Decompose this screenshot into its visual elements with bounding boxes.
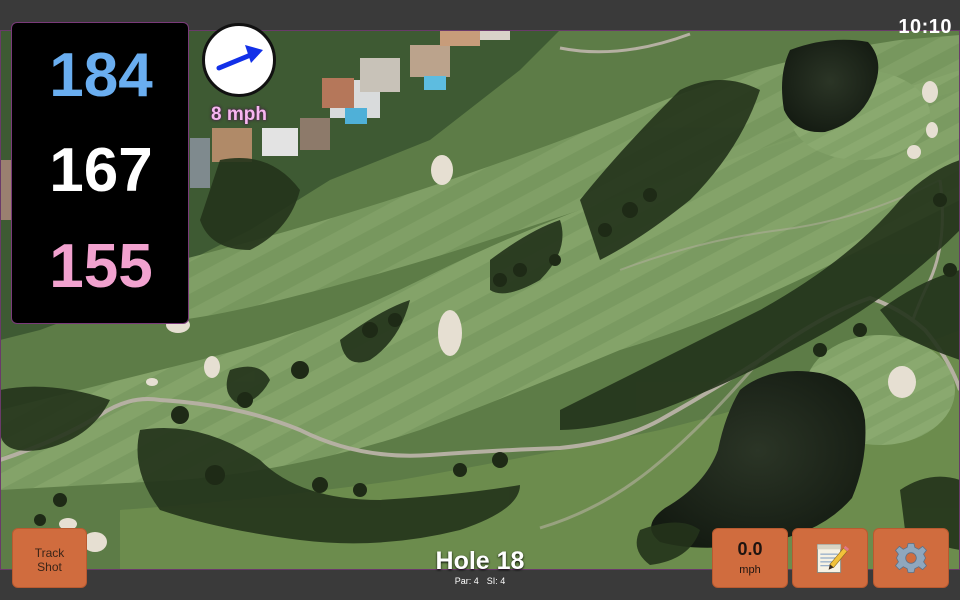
hole-stroke-index: SI: 4 bbox=[486, 576, 506, 586]
notepad-icon bbox=[816, 543, 850, 573]
shot-speed-value: 0.0 bbox=[737, 539, 763, 559]
notes-button[interactable] bbox=[792, 528, 868, 588]
arrow-icon bbox=[216, 45, 263, 71]
hole-par: Par: 4 bbox=[454, 576, 479, 586]
hole-details: Par: 4 SI: 4 bbox=[400, 577, 560, 586]
shot-speed-unit: mph bbox=[739, 564, 761, 576]
back-distance: 184 bbox=[49, 41, 153, 110]
clock: 10:10 bbox=[898, 16, 952, 38]
middle-distance: 167 bbox=[49, 136, 153, 205]
wind-speed: 8 mph bbox=[211, 104, 267, 125]
hole-title: Hole 18 bbox=[435, 547, 525, 575]
shot-speed-button[interactable]: 0.0 mph bbox=[712, 528, 788, 588]
gear-icon bbox=[895, 543, 927, 573]
wind-dial bbox=[202, 23, 276, 97]
track-shot-button[interactable]: Track Shot bbox=[12, 528, 87, 588]
front-distance: 155 bbox=[49, 232, 153, 301]
golf-gps-screen: 10:10 184 167 155 8 mph Track Shot 0.0 m… bbox=[0, 0, 960, 600]
settings-button[interactable] bbox=[873, 528, 949, 588]
track-shot-label: Track Shot bbox=[34, 546, 65, 574]
distance-panel: 184 167 155 bbox=[11, 22, 189, 324]
